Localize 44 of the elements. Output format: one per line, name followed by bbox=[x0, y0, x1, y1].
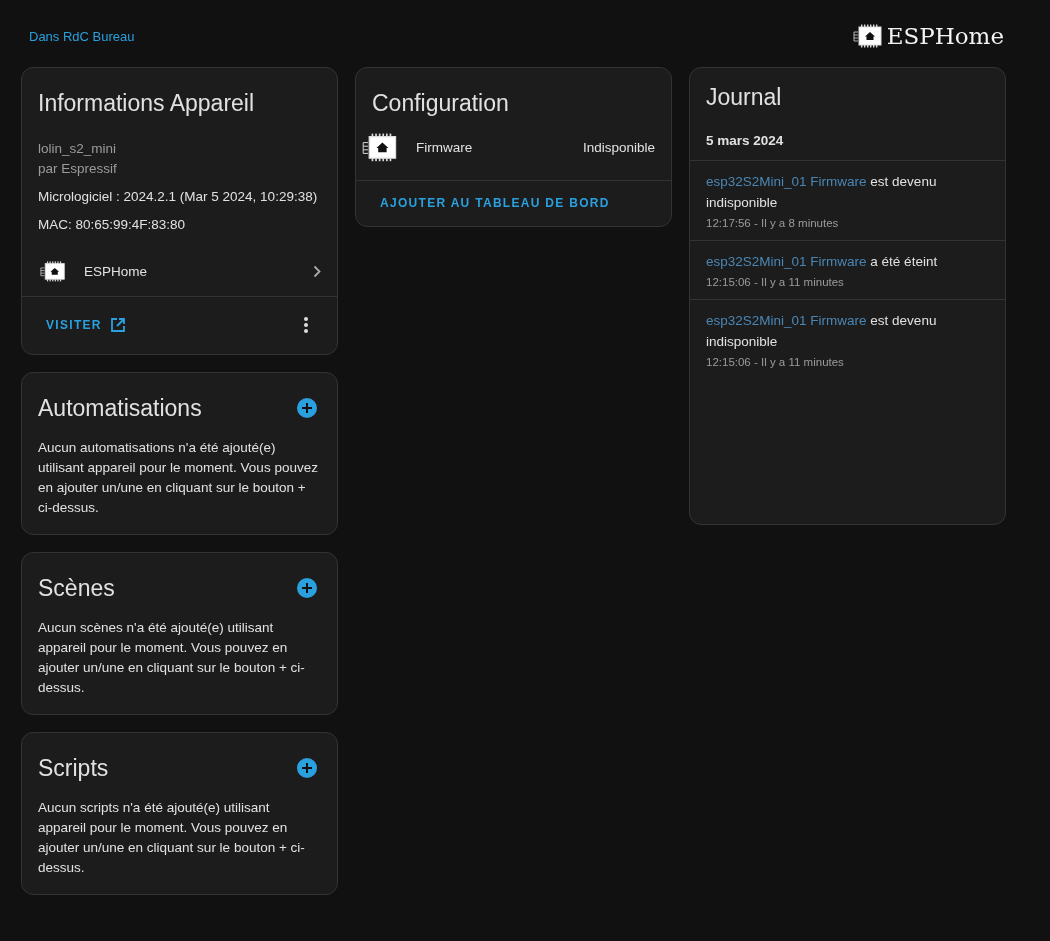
brand-name: ESPHome bbox=[886, 23, 1004, 49]
journal-date: 5 mars 2024 bbox=[690, 125, 1005, 161]
journal-entry-text: esp32S2Mini_01 Firmware est devenu indisponible bbox=[706, 173, 938, 212]
card-title: Scènes bbox=[38, 574, 115, 602]
entity-link[interactable]: esp32S2Mini_01 Firmware bbox=[706, 174, 867, 189]
entity-state: Indisponible bbox=[582, 139, 655, 155]
entity-row[interactable]: Firmware Indisponible bbox=[356, 121, 671, 180]
add-button[interactable] bbox=[297, 398, 317, 419]
journal-entry-text: esp32S2Mini_01 Firmware est devenu indisponible bbox=[706, 312, 938, 351]
card-title: Automatisations bbox=[38, 394, 202, 422]
empty-description: Aucun scènes n'a été ajouté(e) utilisant appareil pour le moment. Vous pouvez en ajouter un/une en cliquant sur le bouton + ci-dessus. bbox=[37, 618, 306, 697]
entity-link[interactable]: esp32S2Mini_01 Firmware bbox=[706, 313, 867, 328]
visit-button[interactable]: VISITER bbox=[38, 309, 134, 342]
device-manufacturer: par Espressif bbox=[38, 160, 118, 178]
entity-link[interactable]: esp32S2Mini_01 Firmware bbox=[706, 254, 867, 269]
add-icon bbox=[297, 398, 317, 419]
chip-icon bbox=[40, 261, 66, 282]
mac-address: MAC: 80:65:99:4F:83:80 bbox=[38, 216, 187, 234]
card-title: Journal bbox=[705, 83, 783, 112]
entity-name: Firmware bbox=[416, 139, 474, 155]
chip-logo-icon bbox=[852, 24, 883, 48]
journal-entry-time: 12:15:06 - Il y a 11 minutes bbox=[706, 275, 845, 290]
area-link[interactable]: Dans RdC Bureau bbox=[29, 28, 135, 44]
firmware-version: Micrologiciel : 2024.2.1 (Mar 5 2024, 10:29:38) bbox=[38, 188, 319, 206]
empty-description: Aucun scripts n'a été ajouté(e) utilisant appareil pour le moment. Vous pouvez en ajouter un/une en cliquant sur le bouton + ci-dessus. bbox=[37, 798, 306, 877]
external-link-icon bbox=[109, 317, 126, 334]
integration-row[interactable]: ESPHome bbox=[22, 247, 337, 296]
device-model: lolin_s2_mini bbox=[38, 140, 118, 158]
chip-icon bbox=[362, 133, 398, 162]
card-title: Scripts bbox=[38, 754, 109, 782]
journal-entry-time: 12:15:06 - Il y a 11 minutes bbox=[706, 355, 845, 370]
integration-name: ESPHome bbox=[84, 263, 149, 279]
add-to-dashboard-button[interactable]: AJOUTER AU TABLEAU DE BORD bbox=[372, 188, 618, 219]
add-icon bbox=[297, 758, 317, 779]
card-title: Informations Appareil bbox=[38, 90, 256, 117]
add-button[interactable] bbox=[297, 578, 317, 599]
empty-description: Aucun automatisations n'a été ajouté(e) utilisant appareil pour le moment. Vous pouvez en ajouter un/une en cliquant sur le bouton + ci-dessus. bbox=[37, 438, 319, 517]
card-title: Configuration bbox=[372, 90, 510, 117]
chevron-right-icon bbox=[313, 264, 321, 278]
more-options-icon[interactable] bbox=[303, 316, 309, 335]
journal-entry-time: 12:17:56 - Il y a 8 minutes bbox=[706, 216, 840, 231]
add-icon bbox=[297, 578, 317, 599]
journal-entry-text: esp32S2Mini_01 Firmware a été éteint bbox=[706, 253, 939, 271]
add-button[interactable] bbox=[297, 758, 317, 779]
